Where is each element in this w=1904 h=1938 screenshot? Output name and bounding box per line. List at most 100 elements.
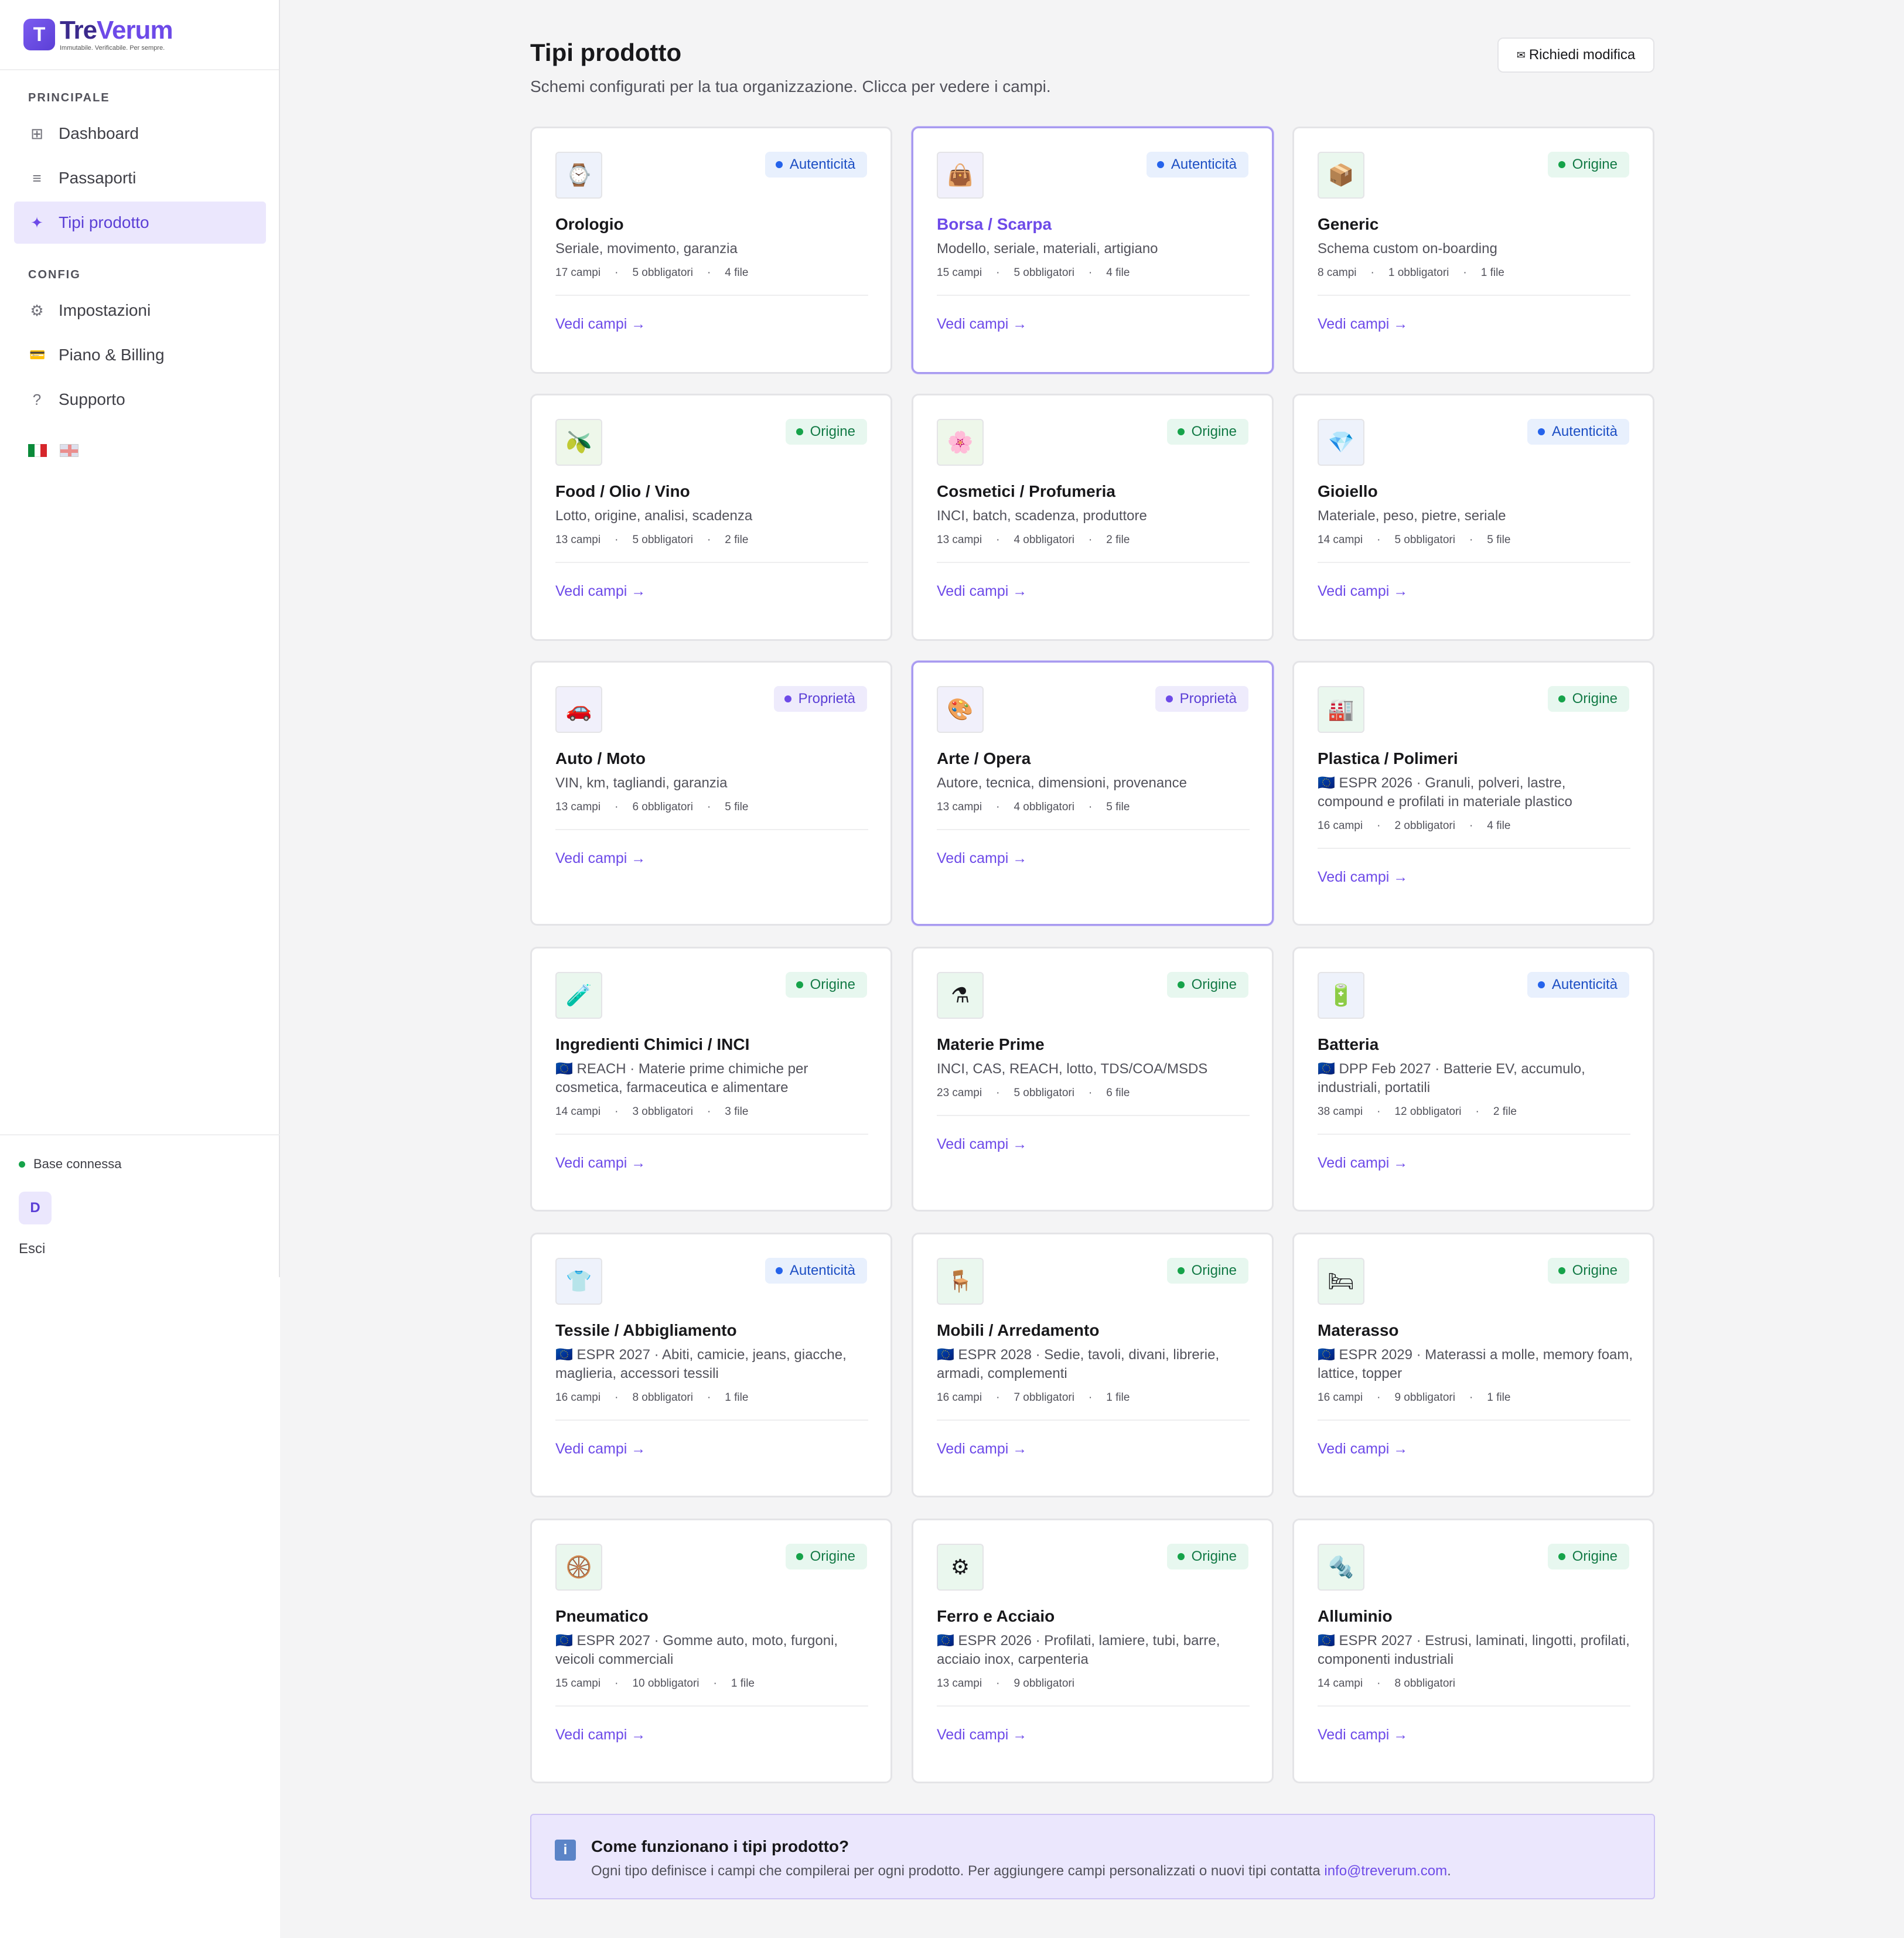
required-count: 9 obbligatori bbox=[1014, 1677, 1074, 1690]
card-description: 🇪🇺 ESPR 2029 · Materassi a molle, memory… bbox=[1318, 1347, 1633, 1381]
card-meta: 16 campi · 2 obbligatori · 4 file bbox=[1318, 820, 1511, 832]
view-fields-link[interactable]: Vedi campi → bbox=[937, 316, 1027, 333]
connection-status: Base connessa bbox=[19, 1156, 121, 1172]
view-fields-link[interactable]: Vedi campi → bbox=[555, 850, 646, 867]
avatar[interactable]: D bbox=[19, 1192, 52, 1224]
product-type-icon: 🧪 bbox=[555, 972, 602, 1019]
product-type-card[interactable]: 🔩 Origine Alluminio 🇪🇺 ESPR 2027 · Estrusi,… bbox=[1292, 1519, 1654, 1783]
required-count: 8 obbligatori bbox=[1394, 1677, 1455, 1690]
view-fields-link[interactable]: Vedi campi → bbox=[1318, 1155, 1408, 1172]
product-type-icon: 🫒 bbox=[555, 419, 602, 466]
sidebar-item-tipi-prodotto[interactable]: ✦ Tipi prodotto bbox=[14, 202, 266, 244]
request-change-button[interactable]: ✉ Richiedi modifica bbox=[1497, 37, 1654, 73]
files-count: 1 file bbox=[1480, 267, 1504, 279]
card-description: 🇪🇺 DPP Feb 2027 · Batterie EV, accumulo,… bbox=[1318, 1061, 1585, 1096]
product-type-card[interactable]: 🏭 Origine Plastica / Polimeri 🇪🇺 ESPR 2026 … bbox=[1292, 661, 1654, 926]
product-type-card[interactable]: ⚗ Origine Materie Prime INCI, CAS, REACH, l… bbox=[912, 947, 1274, 1212]
card-title: Tessile / Abbigliamento bbox=[555, 1321, 737, 1339]
product-type-card[interactable]: 💎 Autenticità Gioiello Materiale, peso, pie… bbox=[1292, 394, 1654, 641]
required-count: 8 obbligatori bbox=[632, 1391, 693, 1404]
card-meta: 14 campi · 3 obbligatori · 3 file bbox=[555, 1106, 749, 1118]
product-type-card[interactable]: 🫒 Origine Food / Olio / Vino Lotto, origine… bbox=[530, 394, 892, 641]
sidebar-item-dashboard[interactable]: ⊞ Dashboard bbox=[14, 112, 266, 155]
view-fields-link[interactable]: Vedi campi → bbox=[937, 1136, 1027, 1153]
product-type-card[interactable]: 🪑 Origine Mobili / Arredamento 🇪🇺 ESPR 2028… bbox=[912, 1233, 1274, 1497]
fields-count: 16 campi bbox=[555, 1391, 601, 1404]
fields-count: 14 campi bbox=[555, 1106, 601, 1118]
uk-flag-icon[interactable] bbox=[60, 444, 79, 457]
card-divider bbox=[937, 295, 1250, 296]
view-fields-link[interactable]: Vedi campi → bbox=[937, 583, 1027, 600]
category-badge: Origine bbox=[1547, 152, 1629, 178]
card-title: Alluminio bbox=[1318, 1607, 1393, 1625]
product-type-icon: 🎨 bbox=[937, 686, 984, 733]
card-meta: 16 campi · 8 obbligatori · 1 file bbox=[555, 1391, 749, 1404]
sidebar-item-label: Tipi prodotto bbox=[59, 213, 149, 231]
fields-count: 14 campi bbox=[1318, 1677, 1363, 1690]
logout-link[interactable]: Esci bbox=[19, 1241, 45, 1257]
view-fields-link[interactable]: Vedi campi → bbox=[1318, 583, 1408, 600]
category-badge: Origine bbox=[1166, 419, 1248, 445]
files-count: 1 file bbox=[731, 1677, 755, 1690]
fields-count: 17 campi bbox=[555, 267, 601, 279]
card-divider bbox=[1318, 1420, 1630, 1421]
view-fields-link[interactable]: Vedi campi → bbox=[555, 1727, 646, 1743]
sidebar-item-label: Piano & Billing bbox=[59, 346, 165, 364]
card-divider bbox=[1318, 848, 1630, 849]
view-fields-link[interactable]: Vedi campi → bbox=[937, 1441, 1027, 1458]
product-type-card[interactable]: 🧪 Origine Ingredienti Chimici / INCI 🇪🇺 REA… bbox=[530, 947, 892, 1212]
view-fields-link[interactable]: Vedi campi → bbox=[1318, 869, 1408, 886]
card-divider bbox=[1318, 562, 1630, 563]
sidebar-item-passaporti[interactable]: ≡ Passaporti bbox=[14, 157, 266, 199]
card-divider bbox=[555, 295, 868, 296]
product-type-card[interactable]: ⌚ Autenticità Orologio Seriale, movimento, … bbox=[530, 127, 892, 374]
card-meta: 15 campi · 5 obbligatori · 4 file bbox=[937, 267, 1130, 279]
category-badge: Origine bbox=[1166, 1258, 1248, 1284]
view-fields-link[interactable]: Vedi campi → bbox=[555, 1441, 646, 1458]
contact-email-link[interactable]: info@treverum.com bbox=[1324, 1863, 1447, 1879]
fields-count: 38 campi bbox=[1318, 1106, 1363, 1118]
view-fields-link[interactable]: Vedi campi → bbox=[937, 850, 1027, 867]
sidebar-item-billing[interactable]: 💳 Piano & Billing bbox=[14, 334, 266, 376]
badge-dot-icon bbox=[775, 1267, 783, 1274]
card-meta: 14 campi · 8 obbligatori bbox=[1318, 1677, 1455, 1690]
sidebar-item-label: Dashboard bbox=[59, 124, 139, 142]
card-divider bbox=[1318, 1705, 1630, 1707]
card-meta: 13 campi · 6 obbligatori · 5 file bbox=[555, 801, 749, 813]
view-fields-link[interactable]: Vedi campi → bbox=[1318, 316, 1408, 333]
category-badge: Origine bbox=[785, 972, 867, 998]
product-type-card[interactable]: 🛏 Origine Materasso 🇪🇺 ESPR 2029 · Materass… bbox=[1292, 1233, 1654, 1497]
view-fields-link[interactable]: Vedi campi → bbox=[1318, 1727, 1408, 1743]
product-type-card[interactable]: 🌸 Origine Cosmetici / Profumeria INCI, batc… bbox=[912, 394, 1274, 641]
view-fields-link[interactable]: Vedi campi → bbox=[555, 1155, 646, 1172]
product-type-card[interactable]: 🔋 Autenticità Batteria 🇪🇺 DPP Feb 2027 · Ba… bbox=[1292, 947, 1654, 1212]
logo[interactable]: T TreVerum Immutabile. Verificabile. Per… bbox=[0, 0, 279, 70]
sidebar-item-impostazioni[interactable]: ⚙ Impostazioni bbox=[14, 289, 266, 332]
product-type-card[interactable]: 📦 Origine Generic Schema custom on-boarding… bbox=[1292, 127, 1654, 374]
category-badge: Autenticità bbox=[1146, 152, 1248, 178]
product-type-card[interactable]: 🚗 Proprietà Auto / Moto VIN, km, tagliandi,… bbox=[530, 661, 892, 926]
card-description: 🇪🇺 ESPR 2026 · Profilati, lamiere, tubi,… bbox=[937, 1633, 1220, 1667]
product-type-card[interactable]: ⚙ Origine Ferro e Acciaio 🇪🇺 ESPR 2026 · Pr… bbox=[912, 1519, 1274, 1783]
category-badge: Autenticità bbox=[1527, 419, 1629, 445]
card-title: Ingredienti Chimici / INCI bbox=[555, 1035, 750, 1053]
gear-icon: ⚙ bbox=[30, 301, 44, 319]
view-fields-link[interactable]: Vedi campi → bbox=[937, 1727, 1027, 1743]
card-description: 🇪🇺 ESPR 2027 · Gomme auto, moto, furgoni… bbox=[555, 1633, 838, 1667]
fields-count: 16 campi bbox=[937, 1391, 982, 1404]
files-count: 5 file bbox=[1487, 534, 1511, 546]
grid-icon: ⊞ bbox=[30, 124, 43, 142]
view-fields-link[interactable]: Vedi campi → bbox=[1318, 1441, 1408, 1458]
card-title: Auto / Moto bbox=[555, 749, 646, 767]
italian-flag-icon[interactable] bbox=[28, 444, 47, 457]
view-fields-link[interactable]: Vedi campi → bbox=[555, 583, 646, 600]
product-type-card[interactable]: 👜 Autenticità Borsa / Scarpa Modello, seria… bbox=[912, 127, 1274, 374]
product-type-card[interactable]: 👕 Autenticità Tessile / Abbigliamento 🇪🇺 ES… bbox=[530, 1233, 892, 1497]
product-type-card[interactable]: 🛞 Origine Pneumatico 🇪🇺 ESPR 2027 · Gomme a… bbox=[530, 1519, 892, 1783]
page-subtitle: Schemi configurati per la tua organizzaz… bbox=[530, 77, 1051, 95]
files-count: 1 file bbox=[1106, 1391, 1130, 1404]
view-fields-link[interactable]: Vedi campi → bbox=[555, 316, 646, 333]
mail-icon: ✉ bbox=[1516, 49, 1526, 61]
product-type-card[interactable]: 🎨 Proprietà Arte / Opera Autore, tecnica, d… bbox=[912, 661, 1274, 926]
sidebar-item-supporto[interactable]: ? Supporto bbox=[14, 378, 266, 421]
